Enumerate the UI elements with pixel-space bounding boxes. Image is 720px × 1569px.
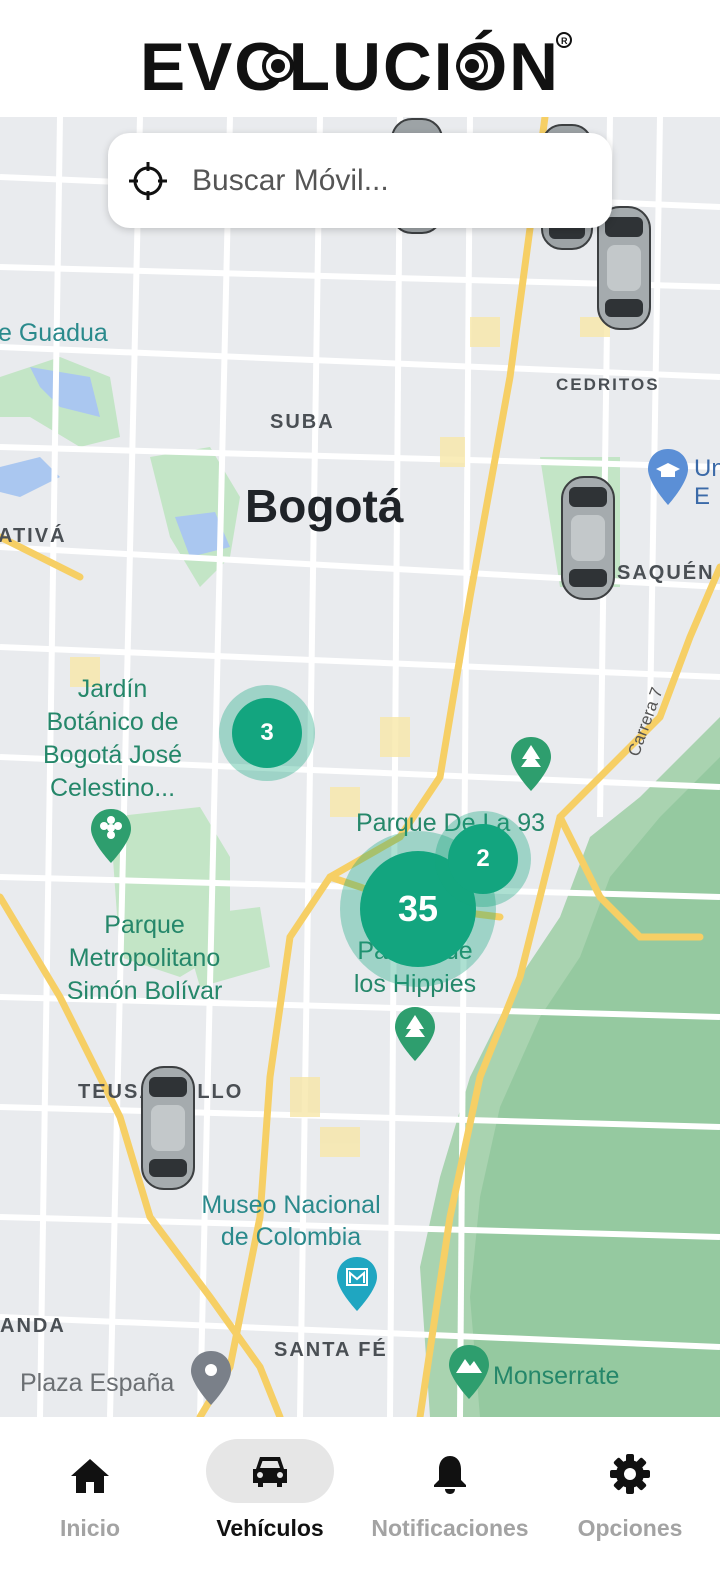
vehicle-cluster[interactable]: 2 (435, 811, 531, 907)
svg-text:R: R (561, 36, 568, 46)
vehicle-cluster[interactable]: 3 (219, 685, 315, 781)
nav-item-vehiculos[interactable]: Vehículos (180, 1417, 360, 1569)
place-simon: Parque Metropolitano Simón Bolívar (66, 911, 223, 1005)
place-museo: Museo Nacional de Colombia (201, 1191, 381, 1251)
my-location-icon[interactable] (128, 161, 168, 201)
nav-label: Opciones (577, 1515, 683, 1541)
district-suba: SUBA (270, 411, 335, 433)
home-icon (71, 1459, 109, 1493)
district-anda: ANDA (0, 1315, 66, 1337)
place-jardin: Jardín Botánico de Bogotá José Celestino… (43, 675, 182, 802)
gear-icon (610, 1454, 650, 1494)
district-santa-fe: SANTA FÉ (274, 1339, 388, 1361)
vehicle-marker-car-icon[interactable] (138, 1065, 198, 1191)
district-saquen: SAQUÉN (617, 562, 715, 584)
nav-label: Inicio (59, 1515, 121, 1541)
cluster-count: 3 (232, 698, 302, 768)
evolucion-logo: EVOLUCIÓN R (140, 29, 572, 105)
car-icon (253, 1457, 287, 1487)
app-header: EVOLUCIÓN R (0, 0, 720, 117)
nav-item-notificaciones[interactable]: Notificaciones (360, 1417, 540, 1569)
nav-item-opciones[interactable]: Opciones (540, 1417, 720, 1569)
place-university-edge: Un E (694, 455, 720, 510)
park-pin-icon[interactable] (510, 737, 552, 791)
search-bar (108, 133, 612, 228)
garden-pin-icon[interactable] (90, 809, 132, 863)
svg-text:EVOLUCIÓN: EVOLUCIÓN (140, 29, 560, 105)
place-pin-icon[interactable] (190, 1351, 232, 1405)
park-pin-icon[interactable] (394, 1007, 436, 1061)
vehicle-marker-car-icon[interactable] (558, 475, 618, 601)
museum-pin-icon[interactable] (336, 1257, 378, 1311)
place-monserrate: Monserrate (493, 1362, 620, 1390)
mountain-pin-icon[interactable] (448, 1345, 490, 1399)
place-guadua: e Guadua (0, 319, 108, 347)
district-cedritos: CEDRITOS (556, 375, 660, 394)
cluster-count: 2 (448, 824, 518, 894)
city-label: Bogotá (245, 480, 404, 532)
map-view[interactable]: e Guadua SUBA CEDRITOS Bogotá SAQUÉN ATI… (0, 117, 720, 1417)
nav-label: Notificaciones (371, 1515, 529, 1541)
bottom-navigation: Inicio Vehículos Notificaciones Opciones (0, 1417, 720, 1569)
search-input[interactable] (190, 155, 594, 207)
place-plaza: Plaza España (20, 1369, 175, 1397)
university-pin-icon[interactable] (646, 449, 690, 505)
vehicle-marker-car-icon[interactable] (594, 205, 654, 331)
nav-item-inicio[interactable]: Inicio (0, 1417, 180, 1569)
bell-icon (434, 1456, 466, 1494)
nav-label: Vehículos (216, 1515, 324, 1541)
district-ativa: ATIVÁ (0, 525, 67, 547)
